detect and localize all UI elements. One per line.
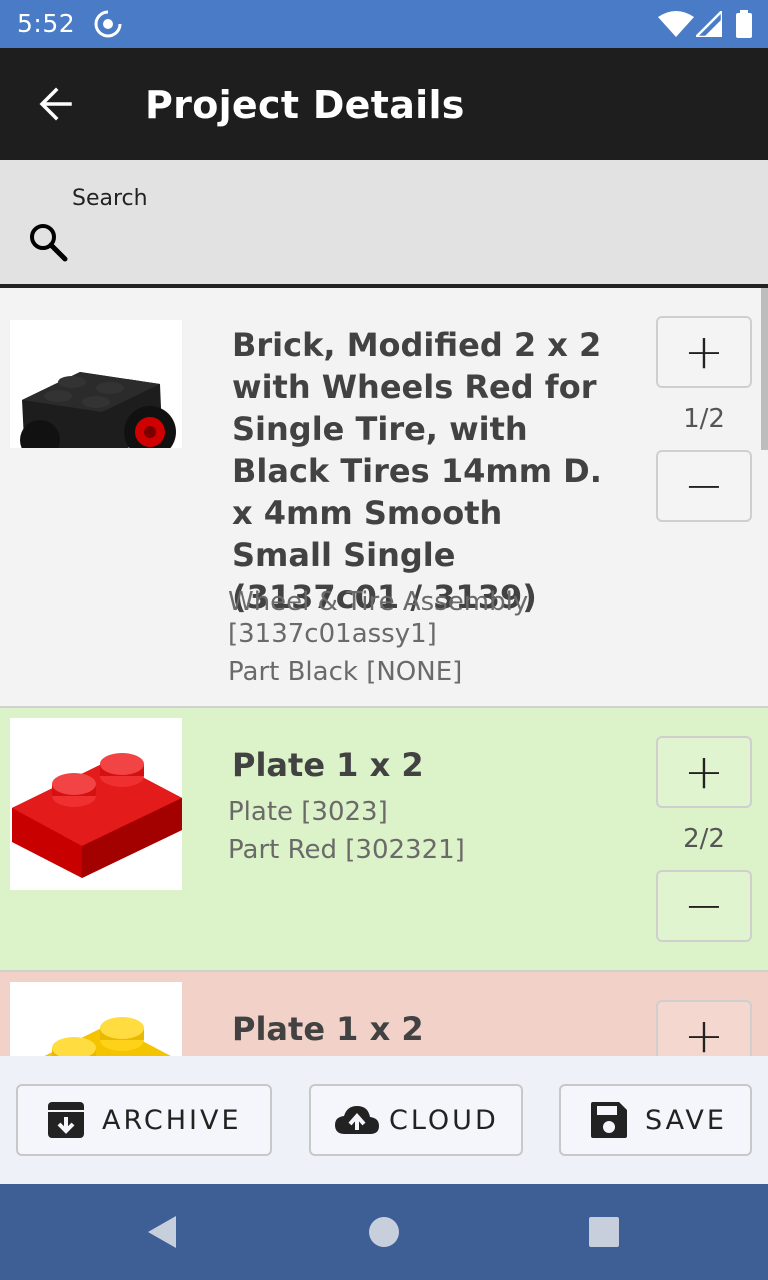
save-label: SAVE [645,1104,727,1136]
decrement-button[interactable]: − [656,870,752,942]
part-name: Plate 1 x 2 [232,746,424,784]
save-icon [591,1102,627,1138]
plus-icon: + [683,324,725,380]
nav-recents-icon[interactable] [586,1214,622,1250]
app-bar: Project Details [0,48,768,160]
plus-icon: + [683,1008,725,1056]
minus-icon: − [683,878,725,934]
minus-icon: − [683,458,725,514]
wheel-brick-image [20,372,176,448]
increment-button[interactable]: + [656,1000,752,1056]
cloud-label: CLOUD [389,1104,499,1136]
archive-icon [48,1102,84,1138]
part-color: Part Black [NONE] [228,657,463,687]
quantity-count: 1/2 [683,404,725,434]
part-image [10,718,182,890]
wifi-icon [658,11,694,37]
part-category: Wheel & Tire Assembly [3137c01assy1] [228,587,529,649]
status-time: 5:52 [17,9,76,38]
part-name: Brick, Modified 2 x 2 with Wheels Red fo… [232,326,602,616]
increment-button[interactable]: + [656,736,752,808]
status-bar: 5:52 [0,0,768,48]
back-arrow-icon[interactable] [36,84,76,124]
search-label: Search [72,186,148,211]
archive-label: ARCHIVE [102,1104,242,1136]
save-button[interactable]: SAVE [559,1084,752,1156]
search-icon [30,224,68,262]
list-item[interactable]: Plate 1 x 2 Plate [3023] Part Red [30232… [0,708,768,972]
list-item[interactable]: Brick, Modified 2 x 2 with Wheels Red fo… [0,288,768,708]
plus-icon: + [683,744,725,800]
part-color: Part Red [302321] [228,835,465,865]
nav-back-icon[interactable] [144,1214,180,1250]
search-input[interactable] [72,220,732,270]
yellow-plate-image [44,1017,171,1056]
signal-icon [696,11,722,37]
parts-list: Brick, Modified 2 x 2 with Wheels Red fo… [0,288,768,1056]
red-plate-image [12,753,182,878]
scrollbar[interactable] [761,288,768,450]
action-bar: ARCHIVE CLOUD SAVE [0,1056,768,1184]
search-bar: Search [0,160,768,288]
page-title: Project Details [145,83,465,127]
part-category: Plate [3023] [228,797,388,827]
nav-home-icon[interactable] [366,1214,402,1250]
part-image [10,982,182,1056]
part-name: Plate 1 x 2 [232,1010,424,1048]
quantity-count: 2/2 [683,824,725,854]
nav-bar [0,1184,768,1280]
cloud-upload-icon [335,1106,379,1134]
increment-button[interactable]: + [656,316,752,388]
decrement-button[interactable]: − [656,450,752,522]
part-image [10,320,182,448]
battery-icon [736,10,752,38]
list-item[interactable]: Plate 1 x 2 + [0,972,768,1056]
archive-button[interactable]: ARCHIVE [16,1084,272,1156]
sync-status-icon [94,10,122,38]
cloud-button[interactable]: CLOUD [309,1084,523,1156]
